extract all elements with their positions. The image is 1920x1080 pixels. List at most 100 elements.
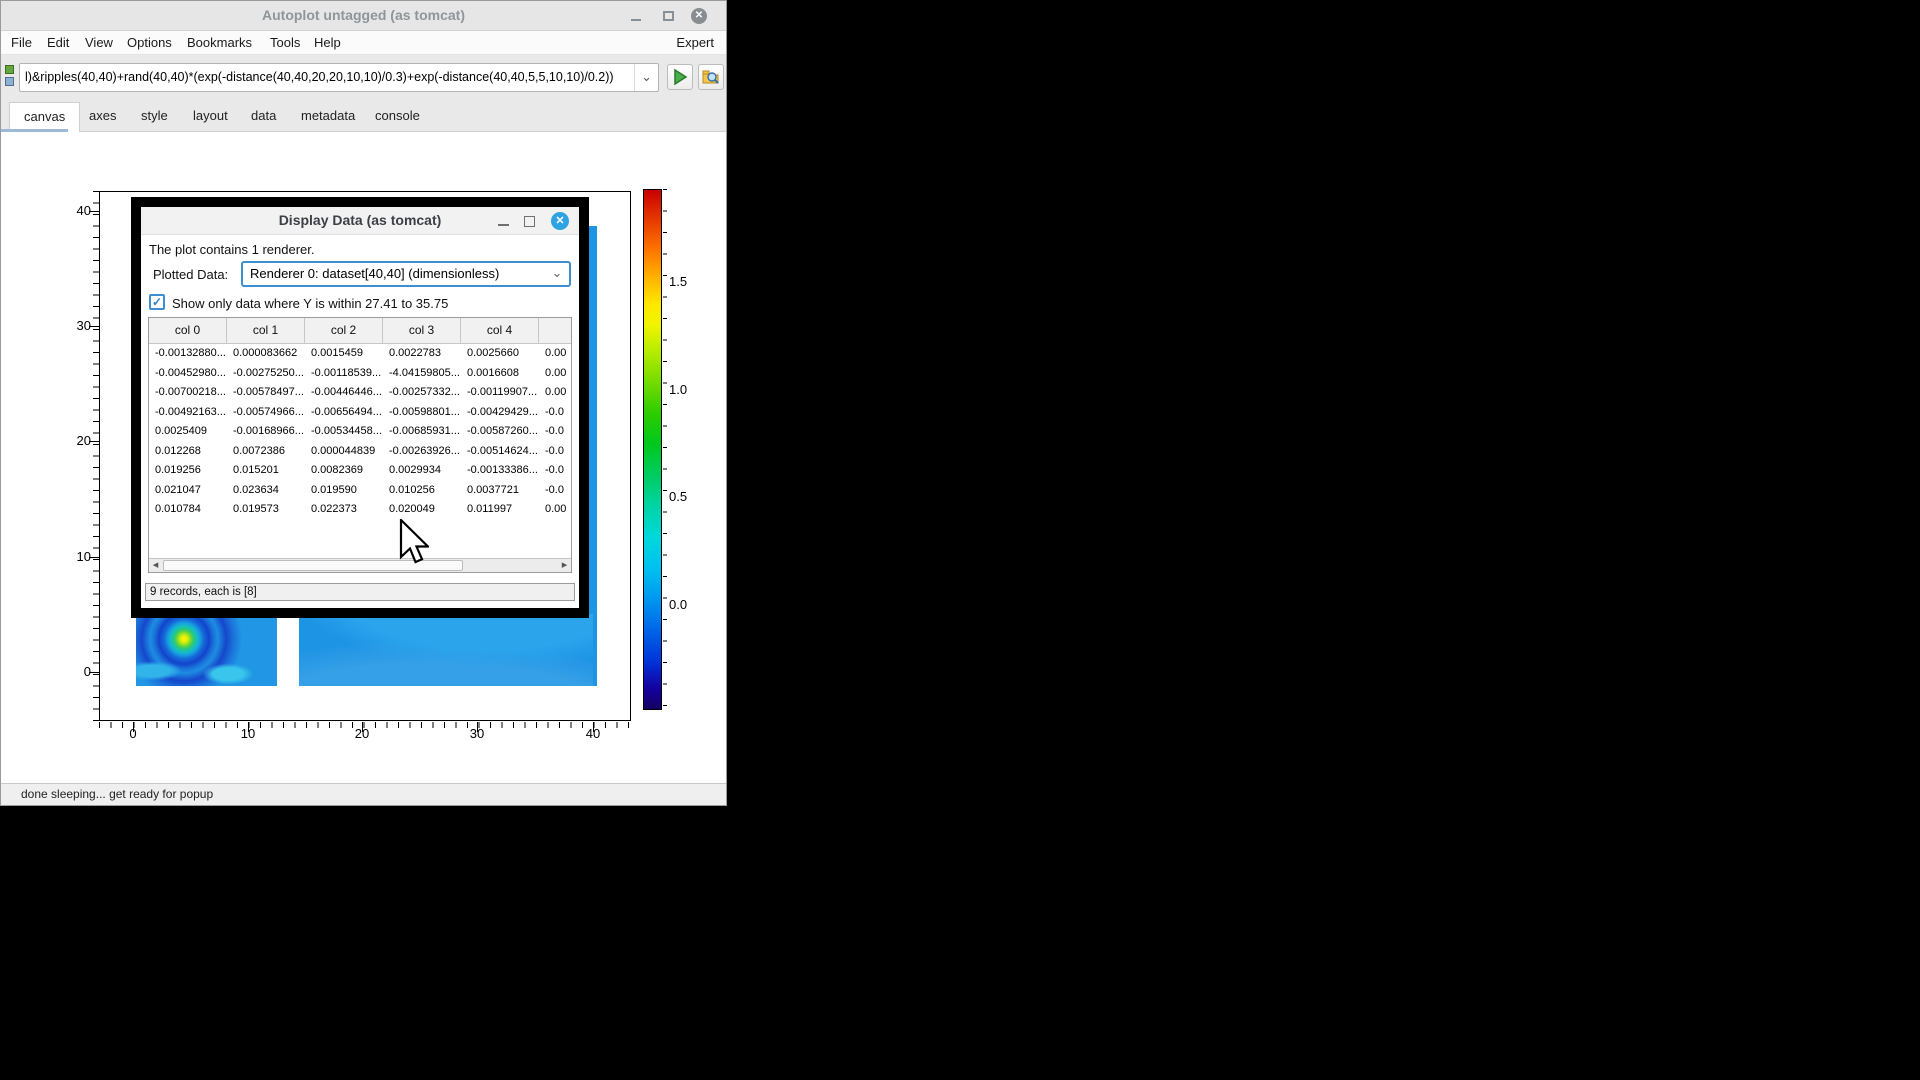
close-button[interactable]: ✕ (691, 8, 707, 24)
table-cell[interactable]: 0.012268 (149, 442, 227, 462)
table-cell[interactable]: 0.00 (539, 500, 571, 520)
table-header-cell[interactable]: col 0 (149, 318, 227, 343)
table-cell[interactable]: -0.00700218... (149, 383, 227, 403)
table-cell[interactable]: 0.011997 (461, 500, 539, 520)
menu-item-tools[interactable]: Tools (270, 35, 300, 50)
scroll-left-button[interactable]: ◂ (149, 559, 162, 572)
table-cell[interactable]: -0.00452980... (149, 364, 227, 384)
table-cell[interactable]: -0.00534458... (305, 422, 383, 442)
table-cell[interactable]: -0.0 (539, 461, 571, 481)
scroll-right-button[interactable]: ▸ (558, 559, 571, 572)
table-cell[interactable]: -0.00118539... (305, 364, 383, 384)
table-cell[interactable]: 0.0022783 (383, 344, 461, 364)
tab-data[interactable]: data (237, 102, 290, 132)
table-cell[interactable]: 0.0015459 (305, 344, 383, 364)
table-cell[interactable]: 0.0025409 (149, 422, 227, 442)
table-cell[interactable]: 0.0037721 (461, 481, 539, 501)
dialog-close-button[interactable]: ✕ (551, 212, 569, 230)
table-header-cell[interactable]: col 3 (383, 318, 461, 343)
table-cell[interactable]: 0.022373 (305, 500, 383, 520)
menu-item-file[interactable]: File (11, 35, 32, 50)
table-cell[interactable]: 0.000044839 (305, 442, 383, 462)
table-cell[interactable]: -0.00257332... (383, 383, 461, 403)
dialog-minimize-button[interactable] (495, 212, 513, 230)
h-scrollbar[interactable]: ◂ ▸ (149, 558, 571, 572)
tab-canvas[interactable]: canvas (9, 102, 80, 132)
tab-console[interactable]: console (361, 102, 434, 132)
datasource-status-icon[interactable] (4, 65, 16, 89)
plot-go-button[interactable] (667, 64, 693, 90)
table-row[interactable]: -0.00492163...-0.00574966...-0.00656494.… (149, 403, 571, 423)
table-cell[interactable]: -0.00656494... (305, 403, 383, 423)
maximize-button[interactable] (661, 8, 677, 24)
table-cell[interactable]: 0.0025660 (461, 344, 539, 364)
table-cell[interactable]: -0.00587260... (461, 422, 539, 442)
menu-item-options[interactable]: Options (127, 35, 172, 50)
table-cell[interactable]: -0.00429429... (461, 403, 539, 423)
plotted-data-select[interactable]: Renderer 0: dataset[40,40] (dimensionles… (241, 261, 571, 287)
table-cell[interactable]: 0.019256 (149, 461, 227, 481)
table-cell[interactable]: 0.0072386 (227, 442, 305, 462)
tab-axes[interactable]: axes (75, 102, 130, 132)
menu-item-view[interactable]: View (85, 35, 113, 50)
table-cell[interactable]: -0.00574966... (227, 403, 305, 423)
table-row[interactable]: 0.0210470.0236340.0195900.0102560.003772… (149, 481, 571, 501)
table-cell[interactable]: 0.019573 (227, 500, 305, 520)
table-cell[interactable]: -0.00275250... (227, 364, 305, 384)
table-cell[interactable]: -0.00133386... (461, 461, 539, 481)
table-cell[interactable]: 0.00 (539, 364, 571, 384)
table-cell[interactable]: -0.0 (539, 442, 571, 462)
table-cell[interactable]: -0.00492163... (149, 403, 227, 423)
table-cell[interactable]: 0.010256 (383, 481, 461, 501)
table-row[interactable]: 0.0122680.00723860.000044839-0.00263926.… (149, 442, 571, 462)
dialog-title-bar[interactable]: Display Data (as tomcat) ✕ (141, 207, 579, 235)
table-cell[interactable]: 0.0029934 (383, 461, 461, 481)
table-cell[interactable]: -0.0 (539, 481, 571, 501)
dialog-maximize-button[interactable] (521, 212, 539, 230)
table-cell[interactable]: 0.015201 (227, 461, 305, 481)
menu-item-bookmarks[interactable]: Bookmarks (187, 35, 252, 50)
table-cell[interactable]: -0.00119907... (461, 383, 539, 403)
table-row[interactable]: 0.0107840.0195730.0223730.0200490.011997… (149, 500, 571, 520)
table-cell[interactable]: -0.00263926... (383, 442, 461, 462)
tab-layout[interactable]: layout (179, 102, 242, 132)
table-cell[interactable]: -0.00168966... (227, 422, 305, 442)
table-cell[interactable]: -0.00685931... (383, 422, 461, 442)
table-row[interactable]: 0.0192560.0152010.00823690.0029934-0.001… (149, 461, 571, 481)
table-cell[interactable]: 0.023634 (227, 481, 305, 501)
table-cell[interactable]: -0.00598801... (383, 403, 461, 423)
table-row[interactable]: -0.00700218...-0.00578497...-0.00446446.… (149, 383, 571, 403)
table-cell[interactable]: -0.0 (539, 422, 571, 442)
table-row[interactable]: 0.0025409-0.00168966...-0.00534458...-0.… (149, 422, 571, 442)
table-cell[interactable]: 0.0082369 (305, 461, 383, 481)
table-cell[interactable]: -4.04159805... (383, 364, 461, 384)
table-cell[interactable]: 0.019590 (305, 481, 383, 501)
table-cell[interactable]: -0.00578497... (227, 383, 305, 403)
table-header-cell[interactable] (539, 318, 571, 343)
plot-canvas[interactable]: 40 30 20 10 0 0 10 20 30 40 1.5 1.0 0.5 … (1, 132, 726, 785)
table-row[interactable]: -0.00132880...0.0000836620.00154590.0022… (149, 344, 571, 364)
tab-metadata[interactable]: metadata (287, 102, 369, 132)
menu-item-edit[interactable]: Edit (47, 35, 69, 50)
expert-toggle[interactable]: Expert (676, 35, 714, 50)
table-cell[interactable]: -0.00132880... (149, 344, 227, 364)
table-header-cell[interactable]: col 4 (461, 318, 539, 343)
table-cell[interactable]: 0.010784 (149, 500, 227, 520)
table-cell[interactable]: -0.0 (539, 403, 571, 423)
table-cell[interactable]: -0.00446446... (305, 383, 383, 403)
url-input[interactable]: l)&ripples(40,40)+rand(40,40)*(exp(-dist… (20, 64, 634, 91)
table-row[interactable]: -0.00452980...-0.00275250...-0.00118539.… (149, 364, 571, 384)
data-table[interactable]: col 0col 1col 2col 3col 4 -0.00132880...… (148, 317, 572, 573)
table-cell[interactable]: 0.000083662 (227, 344, 305, 364)
table-cell[interactable]: 0.020049 (383, 500, 461, 520)
table-header-cell[interactable]: col 1 (227, 318, 305, 343)
table-cell[interactable]: 0.0016608 (461, 364, 539, 384)
tab-style[interactable]: style (127, 102, 182, 132)
url-dropdown-button[interactable]: ⌄ (634, 64, 658, 91)
table-cell[interactable]: 0.00 (539, 344, 571, 364)
table-header-cell[interactable]: col 2 (305, 318, 383, 343)
table-cell[interactable]: 0.00 (539, 383, 571, 403)
open-file-button[interactable] (698, 64, 724, 90)
title-bar[interactable]: Autoplot untagged (as tomcat) ✕ (1, 1, 726, 31)
url-combobox[interactable]: l)&ripples(40,40)+rand(40,40)*(exp(-dist… (19, 63, 659, 92)
